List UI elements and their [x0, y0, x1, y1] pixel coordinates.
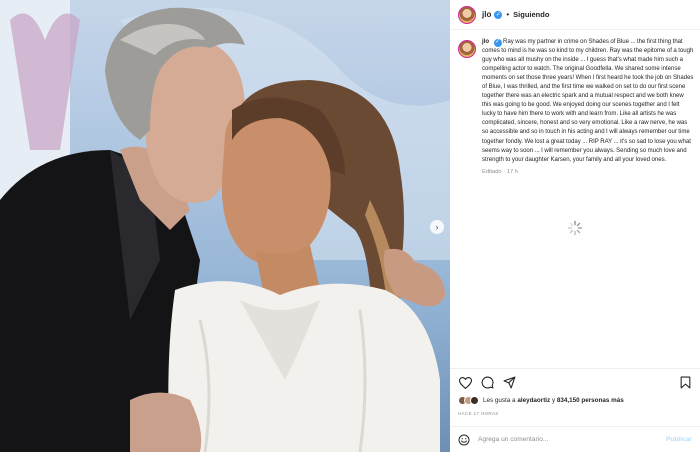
like-button[interactable] — [458, 376, 472, 390]
caption-text: jlo ✓ Ray was my partner in crime on Sha… — [482, 38, 694, 165]
verified-icon: ✓ — [493, 38, 502, 47]
likes-summary[interactable]: Les gusta a aleydaortiz y 834,150 person… — [458, 396, 624, 405]
caption-username[interactable]: jlo — [482, 39, 489, 45]
caption: jlo ✓ Ray was my partner in crime on Sha… — [458, 38, 694, 175]
following-button[interactable]: Siguiendo — [513, 10, 549, 19]
edited-timestamp: Editado · 17 h — [482, 168, 519, 175]
photo-illustration — [0, 0, 450, 452]
save-button[interactable] — [678, 376, 692, 390]
likes-text: Les gusta a aleydaortiz y 834,150 person… — [483, 397, 624, 404]
caption-body-text: Ray was my partner in crime on Shades of… — [482, 39, 694, 163]
comment-input[interactable] — [478, 436, 666, 443]
comment-button[interactable] — [480, 376, 494, 390]
heart-icon — [458, 376, 472, 389]
emoji-icon[interactable] — [458, 434, 470, 446]
header-username[interactable]: jlo — [482, 10, 491, 19]
comment-icon — [481, 376, 493, 389]
likes-count[interactable]: 834,150 personas más — [557, 397, 624, 404]
liker-username[interactable]: aleydaortiz — [517, 397, 550, 404]
post-photo[interactable]: › — [0, 0, 450, 452]
caption-avatar[interactable] — [458, 40, 476, 58]
liker-avatar — [470, 396, 479, 405]
carousel-next-button[interactable]: › — [430, 220, 444, 234]
header-separator: • — [506, 10, 510, 19]
verified-icon: ✓ — [494, 10, 503, 19]
share-icon — [503, 376, 515, 389]
bookmark-icon — [680, 376, 690, 389]
publish-button[interactable]: Publicar — [666, 436, 692, 443]
post-sidebar: jlo ✓ • Siguiendo jlo ✓ Ray was my partn… — [450, 0, 700, 452]
post-header: jlo ✓ • Siguiendo — [450, 0, 700, 30]
comment-box: Publicar — [450, 426, 700, 452]
share-button[interactable] — [502, 376, 516, 390]
action-bar — [450, 368, 700, 396]
post-timestamp[interactable]: HACE 17 HORAS — [458, 411, 499, 416]
avatar[interactable] — [458, 5, 476, 24]
loading-spinner-icon — [567, 220, 583, 236]
